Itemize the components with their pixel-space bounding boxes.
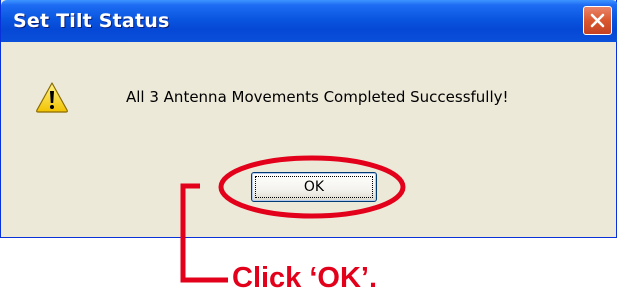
close-icon [590,13,605,28]
dialog-title: Set Tilt Status [13,10,170,32]
warning-icon [36,82,68,113]
dialog-content: All 3 Antenna Movements Completed Succes… [1,42,616,237]
status-message: All 3 Antenna Movements Completed Succes… [126,88,509,106]
screenshot-stage: Set Tilt Status All 3 Antenna Movements … [0,0,617,302]
set-tilt-status-dialog: Set Tilt Status All 3 Antenna Movements … [0,0,617,238]
titlebar[interactable]: Set Tilt Status [1,0,617,42]
callout-text: Click ‘OK’. [232,262,378,294]
ok-button[interactable]: OK [251,172,377,202]
ok-button-label: OK [303,179,325,195]
close-button[interactable] [583,6,612,35]
